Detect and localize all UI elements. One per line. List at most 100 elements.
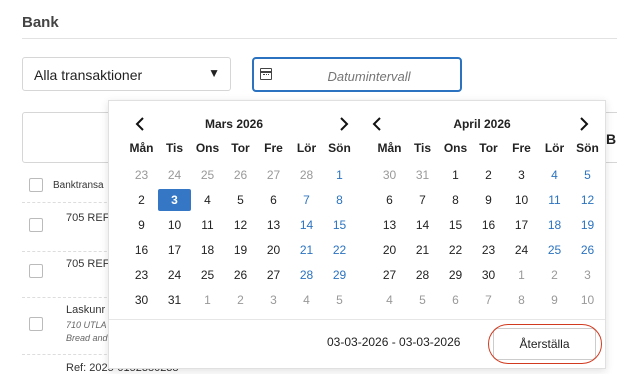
day-cell[interactable]: 24 <box>158 164 191 186</box>
day-cell[interactable]: 23 <box>125 264 158 286</box>
day-cell[interactable]: 10 <box>158 214 191 236</box>
day-cell[interactable]: 9 <box>538 289 571 311</box>
day-cell[interactable]: 19 <box>224 239 257 261</box>
day-cell[interactable]: 2 <box>472 164 505 186</box>
day-cell[interactable]: 11 <box>191 214 224 236</box>
day-cell[interactable]: 30 <box>125 289 158 311</box>
day-cell[interactable]: 21 <box>290 239 323 261</box>
day-cell[interactable]: 20 <box>373 239 406 261</box>
day-cell[interactable]: 31 <box>406 164 439 186</box>
weekday-header: Fre <box>512 141 531 155</box>
day-cell[interactable]: 29 <box>439 264 472 286</box>
day-cell[interactable]: 18 <box>191 239 224 261</box>
day-cell[interactable]: 3 <box>571 264 604 286</box>
day-cell[interactable]: 5 <box>224 189 257 211</box>
day-cell[interactable]: 23 <box>125 164 158 186</box>
day-cell[interactable]: 18 <box>538 214 571 236</box>
day-cell[interactable]: 30 <box>373 164 406 186</box>
day-cell[interactable]: 28 <box>290 264 323 286</box>
day-cell[interactable]: 1 <box>439 164 472 186</box>
date-range-input[interactable] <box>282 65 456 87</box>
day-cell[interactable]: 25 <box>191 164 224 186</box>
day-cell[interactable]: 31 <box>158 289 191 311</box>
transaction-filter-select[interactable]: Alla transaktioner ▼ <box>22 57 231 91</box>
day-cell[interactable]: 7 <box>472 289 505 311</box>
day-cell[interactable]: 8 <box>323 189 356 211</box>
day-cell[interactable]: 26 <box>224 264 257 286</box>
day-cell[interactable]: 27 <box>257 164 290 186</box>
day-cell[interactable]: 28 <box>406 264 439 286</box>
select-all-checkbox[interactable] <box>29 178 43 192</box>
day-cell[interactable]: 4 <box>538 164 571 186</box>
table-row-text: Laskunr <box>66 304 106 316</box>
row-checkbox[interactable] <box>29 317 43 331</box>
day-cell[interactable]: 7 <box>290 189 323 211</box>
day-cell[interactable]: 4 <box>373 289 406 311</box>
day-cell[interactable]: 5 <box>406 289 439 311</box>
reset-button[interactable]: Återställa <box>493 328 596 360</box>
day-cell[interactable]: 24 <box>158 264 191 286</box>
table-row-text: 705 REF <box>66 258 110 270</box>
day-cell[interactable]: 2 <box>125 189 158 211</box>
day-cell-selected[interactable]: 3 <box>158 189 191 211</box>
next-month-button[interactable] <box>334 115 352 133</box>
day-cell[interactable]: 2 <box>224 289 257 311</box>
day-cell[interactable]: 25 <box>538 239 571 261</box>
row-checkbox[interactable] <box>29 264 43 278</box>
day-cell[interactable]: 8 <box>439 189 472 211</box>
day-cell[interactable]: 5 <box>323 289 356 311</box>
day-cell[interactable]: 1 <box>505 264 538 286</box>
day-cell[interactable]: 6 <box>257 189 290 211</box>
day-cell[interactable]: 17 <box>505 214 538 236</box>
day-cell[interactable]: 10 <box>505 189 538 211</box>
day-cell[interactable]: 14 <box>290 214 323 236</box>
page-title: Bank <box>22 14 59 31</box>
day-cell[interactable]: 25 <box>191 264 224 286</box>
day-cell[interactable]: 6 <box>373 189 406 211</box>
day-cell[interactable]: 13 <box>373 214 406 236</box>
day-cell[interactable]: 1 <box>323 164 356 186</box>
next-month-button[interactable] <box>574 115 592 133</box>
day-cell[interactable]: 8 <box>505 289 538 311</box>
day-cell[interactable]: 4 <box>191 189 224 211</box>
day-cell[interactable]: 10 <box>571 289 604 311</box>
day-cell[interactable]: 5 <box>571 164 604 186</box>
day-cell[interactable]: 7 <box>406 189 439 211</box>
day-cell[interactable]: 4 <box>290 289 323 311</box>
day-cell[interactable]: 30 <box>472 264 505 286</box>
day-cell[interactable]: 22 <box>323 239 356 261</box>
day-cell[interactable]: 15 <box>439 214 472 236</box>
weekday-header: Lör <box>296 141 317 155</box>
day-cell[interactable]: 3 <box>505 164 538 186</box>
day-cell[interactable]: 21 <box>406 239 439 261</box>
date-range-field[interactable] <box>252 57 462 92</box>
day-cell[interactable]: 16 <box>472 214 505 236</box>
day-cell[interactable]: 27 <box>373 264 406 286</box>
day-cell[interactable]: 9 <box>472 189 505 211</box>
day-cell[interactable]: 12 <box>571 189 604 211</box>
day-cell[interactable]: 20 <box>257 239 290 261</box>
day-cell[interactable]: 28 <box>290 164 323 186</box>
day-cell[interactable]: 26 <box>571 239 604 261</box>
day-cell[interactable]: 2 <box>538 264 571 286</box>
day-cell[interactable]: 14 <box>406 214 439 236</box>
day-cell[interactable]: 9 <box>125 214 158 236</box>
day-cell[interactable]: 12 <box>224 214 257 236</box>
day-cell[interactable]: 29 <box>323 264 356 286</box>
day-cell[interactable]: 22 <box>439 239 472 261</box>
day-cell[interactable]: 3 <box>257 289 290 311</box>
day-cell[interactable]: 13 <box>257 214 290 236</box>
day-cell[interactable]: 27 <box>257 264 290 286</box>
day-cell[interactable]: 23 <box>472 239 505 261</box>
day-cell[interactable]: 6 <box>439 289 472 311</box>
day-cell[interactable]: 15 <box>323 214 356 236</box>
day-cell[interactable]: 17 <box>158 239 191 261</box>
day-cell[interactable]: 26 <box>224 164 257 186</box>
weekday-header: Ons <box>443 141 468 155</box>
day-cell[interactable]: 16 <box>125 239 158 261</box>
day-cell[interactable]: 1 <box>191 289 224 311</box>
row-checkbox[interactable] <box>29 218 43 232</box>
day-cell[interactable]: 11 <box>538 189 571 211</box>
day-cell[interactable]: 19 <box>571 214 604 236</box>
day-cell[interactable]: 24 <box>505 239 538 261</box>
